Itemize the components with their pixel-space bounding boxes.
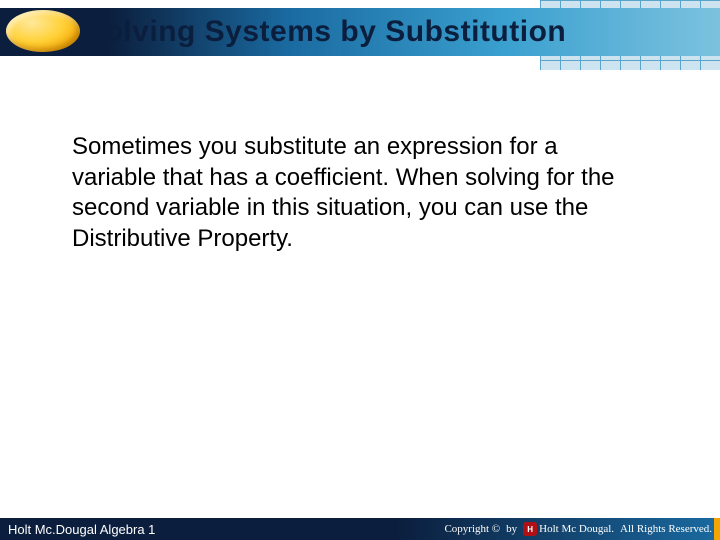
- publisher-name: Holt Mc Dougal.: [539, 523, 614, 535]
- slide: Solving Systems by Substitution Sometime…: [0, 0, 720, 540]
- publisher-mark-icon: H: [523, 522, 537, 536]
- title-bar: Solving Systems by Substitution: [0, 8, 720, 56]
- body-paragraph: Sometimes you substitute an expression f…: [72, 132, 632, 255]
- publisher-by: by: [506, 523, 517, 535]
- footer-copyright: Copyright © by H Holt Mc Dougal. All Rig…: [444, 522, 712, 536]
- footer-bar: Holt Mc.Dougal Algebra 1 Copyright © by …: [0, 518, 720, 540]
- lesson-oval-icon: [6, 10, 80, 52]
- footer-accent-bar: [714, 518, 720, 540]
- publisher-logo: H Holt Mc Dougal.: [523, 522, 614, 536]
- rights-reserved: All Rights Reserved.: [620, 523, 712, 535]
- footer-textbook-name: Holt Mc.Dougal Algebra 1: [8, 522, 155, 537]
- slide-title: Solving Systems by Substitution: [84, 15, 566, 49]
- copyright-label: Copyright ©: [444, 523, 500, 535]
